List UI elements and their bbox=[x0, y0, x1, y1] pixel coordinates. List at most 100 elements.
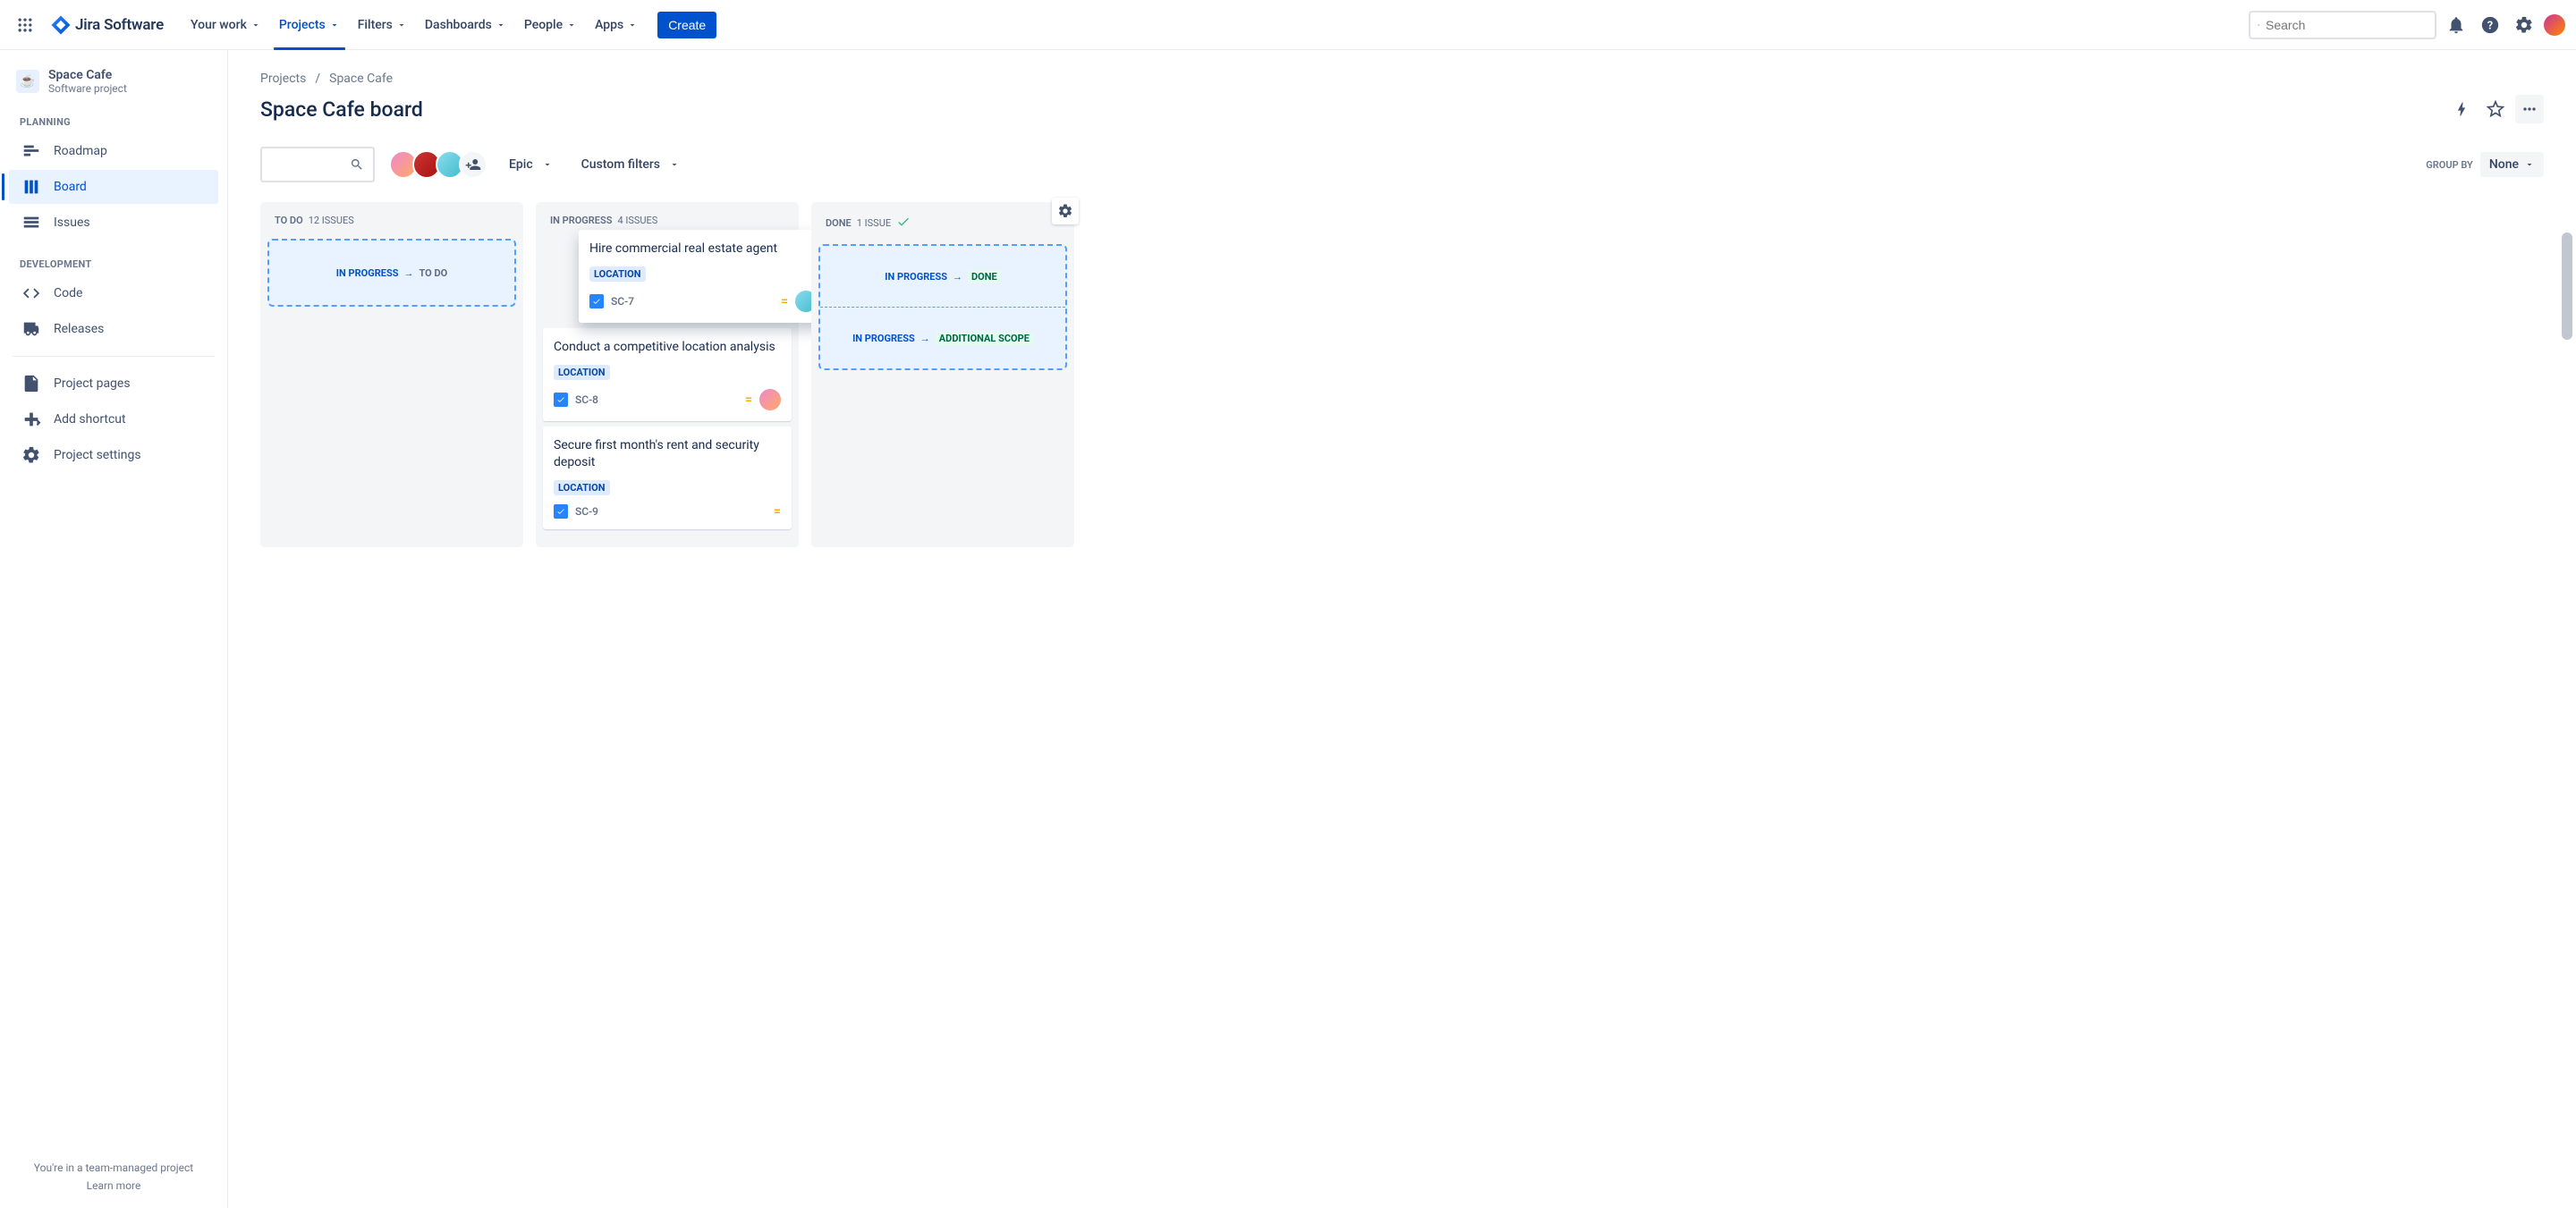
column-header[interactable]: DONE 1 ISSUE bbox=[818, 215, 1067, 244]
priority-icon: = bbox=[781, 294, 788, 308]
sidebar-item-project-pages[interactable]: Project pages bbox=[9, 367, 218, 401]
add-shortcut-icon bbox=[21, 410, 41, 429]
project-type: Software project bbox=[48, 82, 127, 95]
epic-filter[interactable]: Epic bbox=[502, 152, 560, 177]
profile-avatar[interactable] bbox=[2544, 14, 2565, 36]
code-icon bbox=[21, 283, 41, 303]
issues-icon bbox=[21, 213, 41, 232]
issue-key: SC-8 bbox=[575, 393, 598, 406]
create-button[interactable]: Create bbox=[657, 12, 716, 38]
help-icon[interactable]: ? bbox=[2476, 11, 2504, 39]
issue-key: SC-7 bbox=[611, 295, 634, 308]
epic-tag[interactable]: LOCATION bbox=[554, 480, 610, 495]
page-actions bbox=[2447, 95, 2544, 123]
board-column: TO DO 12 ISSUESIN PROGRESS → TO DO bbox=[260, 202, 523, 547]
search-icon bbox=[2258, 18, 2260, 32]
page-title-row: Space Cafe board bbox=[260, 95, 2544, 123]
sidebar: ☕ Space Cafe Software project PLANNING R… bbox=[0, 50, 228, 1208]
project-settings-icon bbox=[21, 445, 41, 465]
issue-card[interactable]: Conduct a competitive location analysis … bbox=[543, 328, 792, 421]
project-icon: ☕ bbox=[16, 70, 39, 93]
app-switcher-icon[interactable] bbox=[11, 11, 39, 39]
issue-card[interactable]: Hire commercial real estate agent LOCATI… bbox=[579, 230, 827, 323]
epic-tag[interactable]: LOCATION bbox=[589, 266, 646, 282]
issue-key: SC-9 bbox=[575, 505, 598, 518]
more-icon[interactable] bbox=[2515, 95, 2544, 123]
task-icon bbox=[554, 393, 568, 407]
card-title: Secure first month's rent and security d… bbox=[554, 437, 781, 471]
sidebar-footer: You're in a team-managed project Learn m… bbox=[7, 1153, 220, 1201]
group-by-dropdown[interactable]: None bbox=[2480, 152, 2544, 177]
custom-filters[interactable]: Custom filters bbox=[574, 152, 687, 177]
add-people-button[interactable] bbox=[459, 150, 487, 179]
nav-your-work[interactable]: Your work bbox=[182, 13, 270, 38]
top-nav-left: Jira Software Your work Projects Filters… bbox=[11, 11, 716, 39]
card-footer: SC-9 = bbox=[554, 504, 781, 519]
sidebar-item-issues[interactable]: Issues bbox=[9, 206, 218, 240]
project-name: Space Cafe bbox=[48, 68, 127, 82]
board-icon bbox=[21, 177, 41, 197]
pages-icon bbox=[21, 374, 41, 393]
sidebar-item-add-shortcut[interactable]: Add shortcut bbox=[9, 402, 218, 436]
project-header[interactable]: ☕ Space Cafe Software project bbox=[7, 68, 220, 111]
nav-projects[interactable]: Projects bbox=[270, 13, 349, 38]
main-content: Projects / Space Cafe Space Cafe board E… bbox=[228, 50, 2576, 1208]
nav-items: Your work Projects Filters Dashboards Pe… bbox=[182, 12, 716, 38]
drop-zone[interactable]: IN PROGRESS → ADDITIONAL SCOPE bbox=[820, 308, 1065, 368]
breadcrumb-project[interactable]: Space Cafe bbox=[329, 72, 393, 86]
automation-icon[interactable] bbox=[2447, 95, 2476, 123]
top-nav-right: ? bbox=[2249, 11, 2565, 39]
card-title: Conduct a competitive location analysis bbox=[554, 339, 781, 356]
sidebar-item-roadmap[interactable]: Roadmap bbox=[9, 134, 218, 168]
assignee-filter-avatars bbox=[389, 150, 487, 179]
assignee-avatar[interactable] bbox=[759, 389, 781, 410]
releases-icon bbox=[21, 319, 41, 339]
toolbar-right: GROUP BY None bbox=[2426, 152, 2544, 177]
drop-zone[interactable]: IN PROGRESS → DONE bbox=[820, 246, 1065, 308]
breadcrumb-projects[interactable]: Projects bbox=[260, 72, 306, 86]
footer-text: You're in a team-managed project bbox=[16, 1162, 211, 1174]
task-icon bbox=[589, 294, 604, 308]
epic-tag[interactable]: LOCATION bbox=[554, 365, 610, 380]
svg-text:?: ? bbox=[2487, 19, 2493, 32]
learn-more-link[interactable]: Learn more bbox=[16, 1179, 211, 1192]
sidebar-item-code[interactable]: Code bbox=[9, 276, 218, 310]
board-column: IN PROGRESS 4 ISSUES Hire commercial rea… bbox=[536, 202, 799, 547]
column-config-icon[interactable] bbox=[1052, 198, 1079, 224]
sidebar-item-project-settings[interactable]: Project settings bbox=[9, 438, 218, 472]
search-input[interactable] bbox=[2266, 18, 2428, 32]
issue-card[interactable]: Secure first month's rent and security d… bbox=[543, 427, 792, 529]
board-search[interactable] bbox=[260, 147, 375, 182]
group-by-label: GROUP BY bbox=[2426, 159, 2473, 171]
sidebar-divider bbox=[13, 356, 215, 357]
nav-people[interactable]: People bbox=[515, 13, 586, 38]
priority-icon: = bbox=[745, 393, 752, 407]
card-footer: SC-7 = bbox=[589, 291, 817, 312]
priority-icon: = bbox=[774, 504, 781, 519]
section-planning-label: PLANNING bbox=[7, 111, 220, 133]
jira-logo[interactable]: Jira Software bbox=[43, 14, 171, 36]
top-nav: Jira Software Your work Projects Filters… bbox=[0, 0, 2576, 50]
board-column: DONE 1 ISSUE IN PROGRESS → DONEIN PROGRE… bbox=[811, 202, 1074, 547]
kanban-board: TO DO 12 ISSUESIN PROGRESS → TO DOIN PRO… bbox=[260, 202, 2544, 547]
nav-filters[interactable]: Filters bbox=[349, 13, 416, 38]
card-title: Hire commercial real estate agent bbox=[589, 241, 817, 258]
nav-dashboards[interactable]: Dashboards bbox=[416, 13, 515, 38]
notifications-icon[interactable] bbox=[2442, 11, 2470, 39]
global-search[interactable] bbox=[2249, 11, 2436, 39]
check-icon bbox=[896, 215, 911, 232]
scrollbar[interactable] bbox=[2562, 232, 2572, 340]
column-header[interactable]: TO DO 12 ISSUES bbox=[267, 215, 516, 239]
drop-zone-split: IN PROGRESS → DONEIN PROGRESS → ADDITION… bbox=[818, 244, 1067, 370]
body: ☕ Space Cafe Software project PLANNING R… bbox=[0, 50, 2576, 1208]
sidebar-item-board[interactable]: Board bbox=[9, 170, 218, 204]
star-icon[interactable] bbox=[2481, 95, 2510, 123]
board-toolbar: Epic Custom filters GROUP BY None bbox=[260, 147, 2544, 182]
drop-zone[interactable]: IN PROGRESS → TO DO bbox=[267, 239, 516, 307]
nav-apps[interactable]: Apps bbox=[586, 13, 647, 38]
breadcrumb: Projects / Space Cafe bbox=[260, 72, 2544, 86]
sidebar-item-releases[interactable]: Releases bbox=[9, 312, 218, 346]
roadmap-icon bbox=[21, 141, 41, 161]
logo-text: Jira Software bbox=[75, 16, 164, 34]
settings-icon[interactable] bbox=[2510, 11, 2538, 39]
